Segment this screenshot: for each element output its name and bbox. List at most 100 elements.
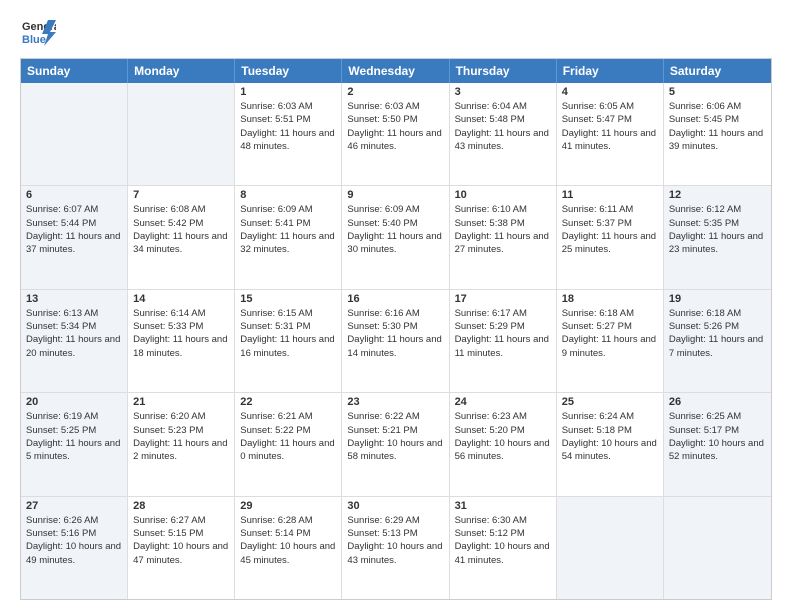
calendar-cell: 29Sunrise: 6:28 AMSunset: 5:14 PMDayligh… bbox=[235, 497, 342, 599]
daylight-text: Daylight: 11 hours and 0 minutes. bbox=[240, 437, 336, 464]
calendar-cell: 5 Sunrise: 6:06 AMSunset: 5:45 PMDaylight… bbox=[664, 83, 771, 185]
day-number: 23 bbox=[347, 396, 443, 408]
sunset-text: Sunset: 5:23 PM bbox=[133, 424, 229, 437]
sunset-text: Sunset: 5:34 PM bbox=[26, 320, 122, 333]
sunrise-text: Sunrise: 6:06 AM bbox=[669, 100, 766, 113]
calendar-cell bbox=[128, 83, 235, 185]
daylight-text: Daylight: 11 hours and 2 minutes. bbox=[133, 437, 229, 464]
day-number: 8 bbox=[240, 189, 336, 201]
daylight-text: Daylight: 11 hours and 41 minutes. bbox=[562, 127, 658, 154]
calendar-cell: 27Sunrise: 6:26 AMSunset: 5:16 PMDayligh… bbox=[21, 497, 128, 599]
daylight-text: Daylight: 11 hours and 7 minutes. bbox=[669, 333, 766, 360]
daylight-text: Daylight: 11 hours and 32 minutes. bbox=[240, 230, 336, 257]
sunrise-text: Sunrise: 6:09 AM bbox=[347, 203, 443, 216]
sunset-text: Sunset: 5:20 PM bbox=[455, 424, 551, 437]
sunset-text: Sunset: 5:25 PM bbox=[26, 424, 122, 437]
sunrise-text: Sunrise: 6:16 AM bbox=[347, 307, 443, 320]
calendar-cell: 28Sunrise: 6:27 AMSunset: 5:15 PMDayligh… bbox=[128, 497, 235, 599]
daylight-text: Daylight: 11 hours and 43 minutes. bbox=[455, 127, 551, 154]
calendar-cell: 24Sunrise: 6:23 AMSunset: 5:20 PMDayligh… bbox=[450, 393, 557, 495]
day-number: 30 bbox=[347, 500, 443, 512]
sunset-text: Sunset: 5:30 PM bbox=[347, 320, 443, 333]
calendar-row-4: 27Sunrise: 6:26 AMSunset: 5:16 PMDayligh… bbox=[21, 496, 771, 599]
calendar-cell bbox=[557, 497, 664, 599]
day-number: 18 bbox=[562, 293, 658, 305]
sunrise-text: Sunrise: 6:05 AM bbox=[562, 100, 658, 113]
calendar-cell bbox=[21, 83, 128, 185]
day-number: 25 bbox=[562, 396, 658, 408]
daylight-text: Daylight: 10 hours and 41 minutes. bbox=[455, 540, 551, 567]
calendar-cell: 10Sunrise: 6:10 AMSunset: 5:38 PMDayligh… bbox=[450, 186, 557, 288]
daylight-text: Daylight: 11 hours and 23 minutes. bbox=[669, 230, 766, 257]
sunrise-text: Sunrise: 6:10 AM bbox=[455, 203, 551, 216]
sunrise-text: Sunrise: 6:17 AM bbox=[455, 307, 551, 320]
day-number: 29 bbox=[240, 500, 336, 512]
daylight-text: Daylight: 11 hours and 20 minutes. bbox=[26, 333, 122, 360]
daylight-text: Daylight: 11 hours and 16 minutes. bbox=[240, 333, 336, 360]
day-number: 1 bbox=[240, 86, 336, 98]
sunset-text: Sunset: 5:31 PM bbox=[240, 320, 336, 333]
sunset-text: Sunset: 5:17 PM bbox=[669, 424, 766, 437]
sunrise-text: Sunrise: 6:19 AM bbox=[26, 410, 122, 423]
calendar-cell: 11Sunrise: 6:11 AMSunset: 5:37 PMDayligh… bbox=[557, 186, 664, 288]
day-number: 13 bbox=[26, 293, 122, 305]
day-number: 16 bbox=[347, 293, 443, 305]
daylight-text: Daylight: 11 hours and 37 minutes. bbox=[26, 230, 122, 257]
sunset-text: Sunset: 5:26 PM bbox=[669, 320, 766, 333]
sunset-text: Sunset: 5:22 PM bbox=[240, 424, 336, 437]
sunrise-text: Sunrise: 6:15 AM bbox=[240, 307, 336, 320]
sunset-text: Sunset: 5:14 PM bbox=[240, 527, 336, 540]
sunrise-text: Sunrise: 6:09 AM bbox=[240, 203, 336, 216]
calendar-cell: 2Sunrise: 6:03 AMSunset: 5:50 PMDaylight… bbox=[342, 83, 449, 185]
sunset-text: Sunset: 5:48 PM bbox=[455, 113, 551, 126]
day-number: 3 bbox=[455, 86, 551, 98]
daylight-text: Daylight: 11 hours and 11 minutes. bbox=[455, 333, 551, 360]
calendar-cell: 22Sunrise: 6:21 AMSunset: 5:22 PMDayligh… bbox=[235, 393, 342, 495]
daylight-text: Daylight: 11 hours and 39 minutes. bbox=[669, 127, 766, 154]
sunrise-text: Sunrise: 6:25 AM bbox=[669, 410, 766, 423]
day-number: 24 bbox=[455, 396, 551, 408]
daylight-text: Daylight: 11 hours and 14 minutes. bbox=[347, 333, 443, 360]
daylight-text: Daylight: 11 hours and 30 minutes. bbox=[347, 230, 443, 257]
calendar-cell: 9Sunrise: 6:09 AMSunset: 5:40 PMDaylight… bbox=[342, 186, 449, 288]
calendar-cell: 17Sunrise: 6:17 AMSunset: 5:29 PMDayligh… bbox=[450, 290, 557, 392]
daylight-text: Daylight: 11 hours and 34 minutes. bbox=[133, 230, 229, 257]
day-number: 26 bbox=[669, 396, 766, 408]
calendar-cell: 3Sunrise: 6:04 AMSunset: 5:48 PMDaylight… bbox=[450, 83, 557, 185]
daylight-text: Daylight: 11 hours and 25 minutes. bbox=[562, 230, 658, 257]
sunset-text: Sunset: 5:38 PM bbox=[455, 217, 551, 230]
day-of-week-tuesday: Tuesday bbox=[235, 59, 342, 83]
logo-icon: General Blue bbox=[20, 16, 56, 48]
sunrise-text: Sunrise: 6:26 AM bbox=[26, 514, 122, 527]
day-of-week-sunday: Sunday bbox=[21, 59, 128, 83]
daylight-text: Daylight: 10 hours and 43 minutes. bbox=[347, 540, 443, 567]
daylight-text: Daylight: 11 hours and 27 minutes. bbox=[455, 230, 551, 257]
calendar-cell: 1Sunrise: 6:03 AMSunset: 5:51 PMDaylight… bbox=[235, 83, 342, 185]
calendar-cell: 20Sunrise: 6:19 AMSunset: 5:25 PMDayligh… bbox=[21, 393, 128, 495]
daylight-text: Daylight: 11 hours and 18 minutes. bbox=[133, 333, 229, 360]
sunset-text: Sunset: 5:45 PM bbox=[669, 113, 766, 126]
page-header: General Blue bbox=[20, 16, 772, 48]
sunrise-text: Sunrise: 6:28 AM bbox=[240, 514, 336, 527]
day-number: 31 bbox=[455, 500, 551, 512]
sunrise-text: Sunrise: 6:22 AM bbox=[347, 410, 443, 423]
daylight-text: Daylight: 10 hours and 58 minutes. bbox=[347, 437, 443, 464]
day-number: 17 bbox=[455, 293, 551, 305]
daylight-text: Daylight: 11 hours and 9 minutes. bbox=[562, 333, 658, 360]
calendar-header: SundayMondayTuesdayWednesdayThursdayFrid… bbox=[21, 59, 771, 83]
calendar-cell: 14Sunrise: 6:14 AMSunset: 5:33 PMDayligh… bbox=[128, 290, 235, 392]
day-number: 9 bbox=[347, 189, 443, 201]
calendar-row-1: 6Sunrise: 6:07 AMSunset: 5:44 PMDaylight… bbox=[21, 185, 771, 288]
day-number: 5 bbox=[669, 86, 766, 98]
sunrise-text: Sunrise: 6:18 AM bbox=[562, 307, 658, 320]
sunset-text: Sunset: 5:47 PM bbox=[562, 113, 658, 126]
sunrise-text: Sunrise: 6:18 AM bbox=[669, 307, 766, 320]
sunrise-text: Sunrise: 6:21 AM bbox=[240, 410, 336, 423]
logo: General Blue bbox=[20, 16, 56, 48]
day-number: 2 bbox=[347, 86, 443, 98]
calendar-cell: 26Sunrise: 6:25 AMSunset: 5:17 PMDayligh… bbox=[664, 393, 771, 495]
sunset-text: Sunset: 5:21 PM bbox=[347, 424, 443, 437]
sunrise-text: Sunrise: 6:24 AM bbox=[562, 410, 658, 423]
day-number: 27 bbox=[26, 500, 122, 512]
sunset-text: Sunset: 5:44 PM bbox=[26, 217, 122, 230]
